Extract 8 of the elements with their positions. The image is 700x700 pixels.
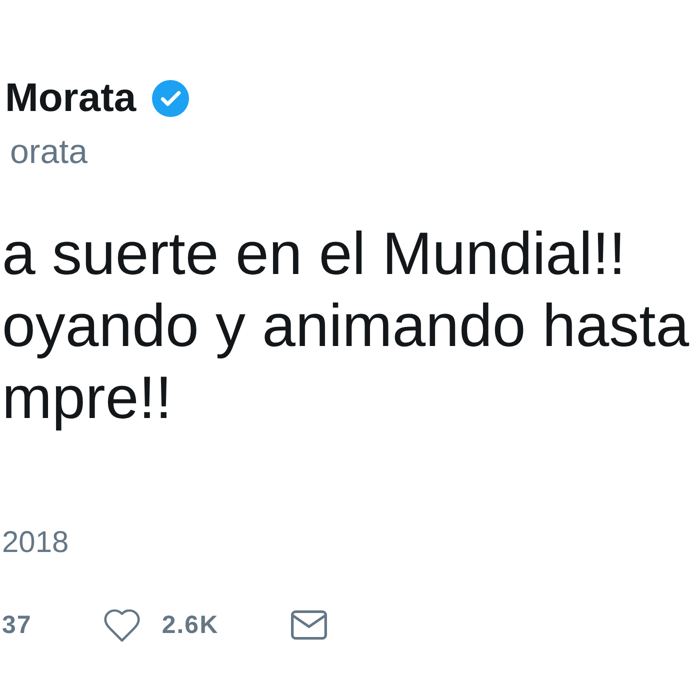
heart-icon[interactable] [104, 608, 140, 642]
author-handle[interactable]: orata [2, 132, 88, 172]
action-count: 37 [2, 610, 32, 640]
tweet-text: a suerte en el Mundial!! oyando y animando hasta mpre!! [2, 219, 690, 433]
tweet-date: 2018 [2, 525, 69, 561]
author-name[interactable]: Morata [5, 74, 136, 122]
envelope-icon[interactable] [290, 609, 327, 641]
like-count: 2.6K [162, 610, 219, 640]
